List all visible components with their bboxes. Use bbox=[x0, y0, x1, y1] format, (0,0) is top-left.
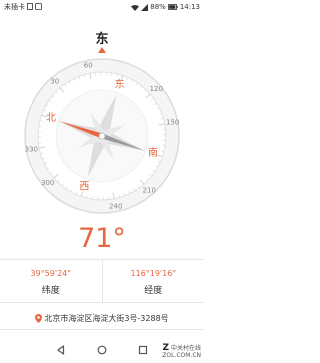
signal-icon bbox=[141, 3, 149, 11]
degree-label: 60 bbox=[84, 61, 93, 69]
carrier-text: 未插卡 bbox=[4, 3, 25, 11]
heading-direction: 东 bbox=[95, 32, 109, 47]
latitude-label: 纬度 bbox=[41, 286, 60, 296]
status-bar: 未插卡 88% 14:13 bbox=[0, 0, 204, 14]
address-bar[interactable]: 北京市海淀区海淀大街3号-3288号 bbox=[0, 307, 204, 330]
compass-dial: 北 东南西 30 60 120 150 210 240 300 330 bbox=[22, 56, 182, 216]
needle-hub bbox=[98, 132, 106, 140]
heading-degrees: 71° bbox=[78, 223, 126, 254]
degree-label: 330 bbox=[25, 146, 38, 154]
home-icon bbox=[97, 345, 107, 354]
coordinates-panel: 39°59'24" 纬度 116°19'16" 经度 bbox=[0, 259, 204, 303]
watermark-logo-icon: Z bbox=[162, 342, 170, 353]
longitude-label: 经度 bbox=[144, 286, 163, 296]
recents-icon bbox=[139, 345, 148, 354]
degree-label: 210 bbox=[143, 186, 156, 194]
degree-label: 30 bbox=[50, 78, 59, 86]
longitude-value: 116°19'16" bbox=[130, 269, 176, 278]
cardinal-south: 南 bbox=[148, 146, 158, 159]
cardinal-west: 西 bbox=[79, 182, 89, 193]
heading-pointer-icon bbox=[98, 47, 106, 53]
clock-time: 14:13 bbox=[179, 3, 200, 11]
status-right: 88% 14:13 bbox=[131, 3, 200, 11]
cardinal-north: 北 bbox=[46, 112, 56, 124]
address-text: 北京市海淀区海淀大街3号-3288号 bbox=[44, 313, 169, 323]
status-left: 未插卡 bbox=[4, 2, 42, 12]
latitude-value: 39°59'24" bbox=[30, 269, 71, 278]
battery-icon bbox=[167, 4, 178, 10]
watermark: Z 中关村在线 ZOL.COM.CN bbox=[162, 342, 201, 360]
location-pin-icon bbox=[35, 313, 43, 323]
wifi-icon bbox=[131, 4, 140, 11]
longitude-cell: 116°19'16" 经度 bbox=[101, 260, 205, 302]
watermark-domain: ZOL.COM.CN bbox=[162, 352, 201, 360]
notification-icon bbox=[35, 2, 42, 12]
home-button[interactable] bbox=[92, 340, 112, 360]
recents-button[interactable] bbox=[133, 340, 153, 360]
degree-label: 300 bbox=[41, 179, 54, 187]
watermark-site: 中关村在线 bbox=[170, 344, 201, 352]
degree-label: 120 bbox=[150, 85, 163, 93]
battery-level: 88% bbox=[150, 3, 166, 11]
back-icon bbox=[57, 344, 64, 355]
back-button[interactable] bbox=[51, 340, 71, 360]
degree-label: 150 bbox=[166, 118, 179, 126]
cardinal-east: 东 bbox=[115, 77, 125, 90]
degree-label: 240 bbox=[109, 203, 122, 211]
latitude-cell: 39°59'24" 纬度 bbox=[0, 260, 102, 302]
no-sim-icon bbox=[27, 2, 33, 12]
